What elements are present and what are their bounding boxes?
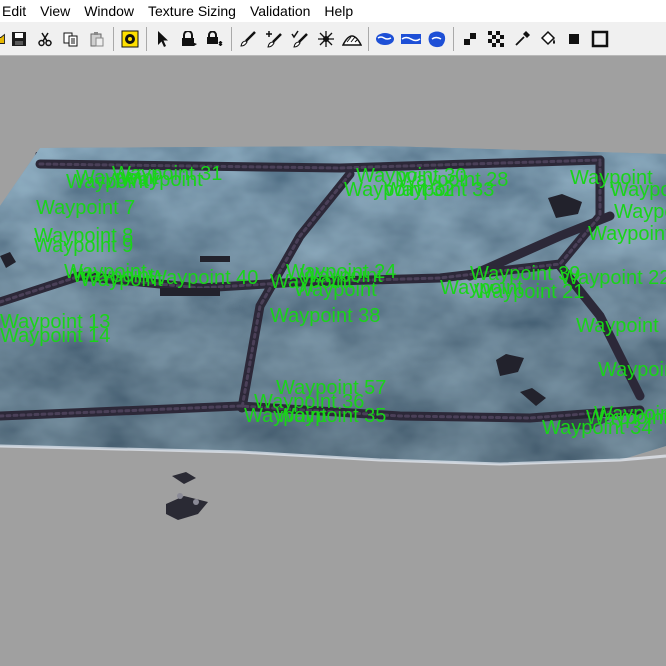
waypoint-label[interactable]: Waypoint 21 [474, 281, 584, 303]
fill-bucket-icon[interactable] [535, 26, 561, 52]
menu-bar: Edit View Window Texture Sizing Validati… [0, 0, 666, 22]
lock-select-icon[interactable] [202, 26, 228, 52]
waypoint-label[interactable]: Waypoint 33 [384, 179, 494, 201]
menu-help[interactable]: Help [317, 0, 360, 22]
stray-units [166, 472, 208, 520]
menu-edit[interactable]: Edit [0, 0, 33, 22]
menu-texture-sizing[interactable]: Texture Sizing [141, 0, 243, 22]
waypoint-label[interactable]: Waypoint 14 [0, 325, 110, 347]
river-icon[interactable] [398, 26, 424, 52]
toolbar-separator [368, 26, 369, 51]
waypoint-label[interactable]: Waypoint [120, 169, 203, 191]
brush-check-icon[interactable] [287, 26, 313, 52]
paste-icon[interactable] [84, 26, 110, 52]
waypoint-label[interactable]: Waypoint [614, 201, 666, 223]
waypoint-label[interactable]: Waypoint 7 [36, 197, 135, 219]
menu-validation[interactable]: Validation [243, 0, 317, 22]
eyedropper-icon[interactable] [509, 26, 535, 52]
camera-icon[interactable] [117, 26, 143, 52]
waypoint-label[interactable]: Waypoint 40 [148, 267, 258, 289]
brush-icon[interactable] [235, 26, 261, 52]
toolbar-separator [231, 26, 232, 51]
lake-icon[interactable] [424, 26, 450, 52]
waypoint-label[interactable]: Waypoint 38 [270, 305, 380, 327]
toolbar-separator [113, 26, 114, 51]
save-icon[interactable] [6, 26, 32, 52]
mound-icon[interactable] [339, 26, 365, 52]
waypoint-label[interactable]: Waypoint 34 [542, 417, 652, 439]
checker-icon[interactable] [483, 26, 509, 52]
waypoint-label[interactable]: Waypoint [588, 223, 666, 245]
black-square-icon[interactable] [561, 26, 587, 52]
waypoint-label[interactable]: Waypoint [294, 279, 377, 301]
select-arrow-icon[interactable] [150, 26, 176, 52]
menu-view[interactable]: View [33, 0, 77, 22]
copy-icon[interactable] [58, 26, 84, 52]
toolbar-separator [453, 26, 454, 51]
brush-plus-icon[interactable] [261, 26, 287, 52]
cut-icon[interactable] [32, 26, 58, 52]
toolbar [0, 22, 666, 56]
waypoint-label[interactable]: Waypoint [576, 315, 659, 337]
toolbar-separator [146, 26, 147, 51]
spark-icon[interactable] [313, 26, 339, 52]
3d-map-viewport[interactable]: Waypoint 31 Waypoint Waypoint Waypoint Waypo… [0, 56, 666, 666]
waypoint-label[interactable]: Waypoint 35 [276, 405, 386, 427]
water-icon[interactable] [372, 26, 398, 52]
waypoint-label[interactable]: Waypoint [598, 359, 666, 381]
menu-window[interactable]: Window [77, 0, 141, 22]
waypoint-label[interactable]: Waypoint [610, 179, 666, 201]
waypoint-label[interactable]: Waypoint 9 [34, 235, 133, 257]
checker-small-icon[interactable] [457, 26, 483, 52]
hollow-square-icon[interactable] [587, 26, 613, 52]
terrain-scene: Waypoint 31WaypointWaypointWaypoint Waypo… [0, 146, 666, 520]
lock-icon[interactable] [176, 26, 202, 52]
